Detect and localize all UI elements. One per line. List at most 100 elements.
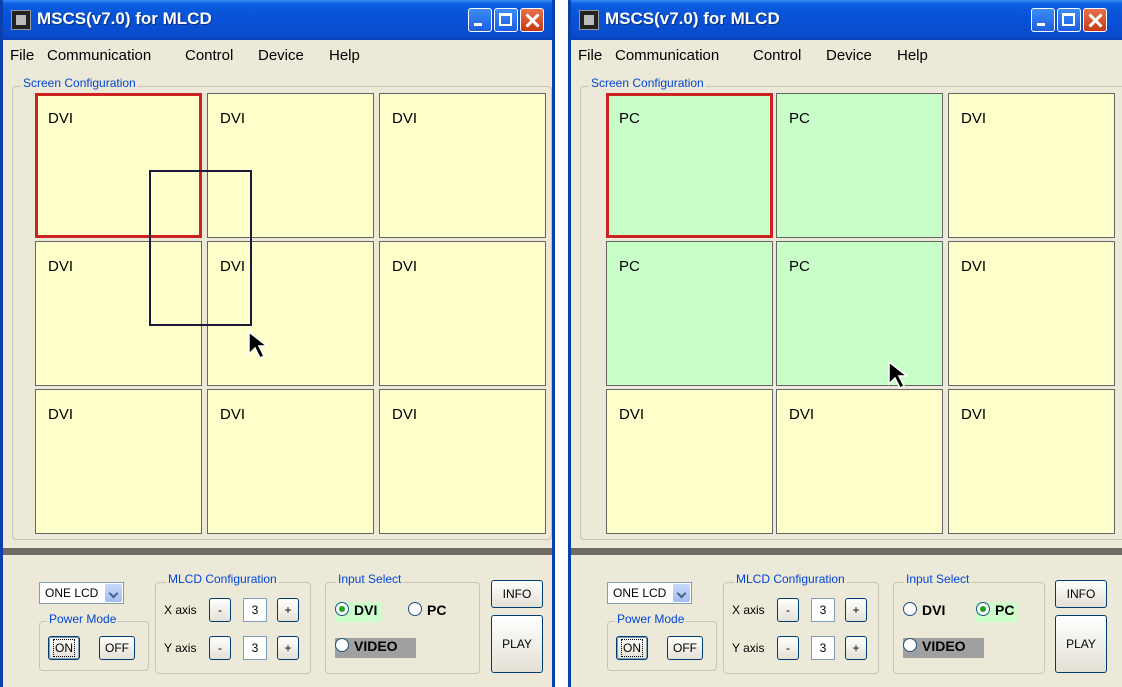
maximize-button[interactable] [494,8,518,32]
radio-checked-icon [976,602,990,616]
input-pc-radio[interactable]: PC [976,602,1019,622]
screen-cell-3-3[interactable]: DVI [948,389,1115,534]
splitter-bar[interactable] [3,548,552,555]
play-label: PLAY [502,637,532,651]
window-title: MSCS(v7.0) for MLCD [37,9,212,28]
play-button[interactable]: PLAY [491,615,543,673]
y-axis-value[interactable]: 3 [811,636,835,660]
menu-device[interactable]: Device [826,47,872,64]
screen-cell-2-1[interactable]: PC [606,241,773,386]
screen-cell-2-3[interactable]: DVI [948,241,1115,386]
input-video-radio[interactable]: VIDEO [903,638,984,658]
menu-help[interactable]: Help [897,47,928,64]
menu-file[interactable]: File [10,47,34,64]
info-label: INFO [502,587,532,601]
title-bar[interactable]: MSCS(v7.0) for MLCD [571,0,1122,40]
screen-cell-1-3[interactable]: DVI [379,93,546,238]
power-on-button[interactable]: ON [48,636,80,660]
maximize-button[interactable] [1057,8,1081,32]
minus-label: - [218,641,222,655]
info-button[interactable]: INFO [1055,580,1107,608]
minimize-button[interactable] [1031,8,1055,32]
power-mode-label: Power Mode [615,612,687,626]
mlcd-configuration-group [723,582,879,674]
mlcd-configuration-label: MLCD Configuration [734,572,847,586]
cell-input-label: PC [619,110,640,127]
cell-input-label: DVI [392,110,418,127]
cell-input-label: PC [789,258,810,275]
chevron-down-icon[interactable] [105,584,122,602]
close-button[interactable] [1083,8,1107,32]
screen-cell-1-1[interactable]: PC [606,93,773,238]
cell-input-label: DVI [220,110,246,127]
app-window-2: MSCS(v7.0) for MLCD File Communication C… [568,0,1122,687]
screen-cell-3-3[interactable]: DVI [379,389,546,534]
y-axis-decrement-button[interactable]: - [209,636,231,660]
lcd-mode-value: ONE LCD [613,586,667,600]
mouse-cursor-icon [888,360,910,390]
menu-device[interactable]: Device [258,47,304,64]
power-on-button[interactable]: ON [616,636,648,660]
cell-input-label: DVI [392,258,418,275]
screen-configuration-label: Screen Configuration [21,76,138,90]
x-axis-increment-button[interactable]: + [845,598,867,622]
power-off-button[interactable]: OFF [667,636,703,660]
play-button[interactable]: PLAY [1055,615,1107,673]
menu-communication[interactable]: Communication [47,47,151,64]
minus-label: - [786,641,790,655]
x-axis-label: X axis [732,603,765,617]
app-icon [579,10,599,30]
x-axis-value[interactable]: 3 [811,598,835,622]
y-axis-value[interactable]: 3 [243,636,267,660]
close-button[interactable] [520,8,544,32]
minus-label: - [218,603,222,617]
input-video-radio[interactable]: VIDEO [335,638,416,658]
y-axis-increment-button[interactable]: + [845,636,867,660]
screen-cell-3-2[interactable]: DVI [776,389,943,534]
cell-input-label: DVI [220,406,246,423]
y-axis-increment-button[interactable]: + [277,636,299,660]
screen-cell-1-2[interactable]: PC [776,93,943,238]
screen-cell-2-3[interactable]: DVI [379,241,546,386]
x-axis-value[interactable]: 3 [243,598,267,622]
input-select-label: Input Select [336,572,404,586]
mlcd-configuration-label: MLCD Configuration [166,572,279,586]
plus-label: + [284,603,292,617]
power-on-label: ON [53,639,75,657]
lcd-mode-select[interactable]: ONE LCD [607,582,692,604]
screen-cell-1-3[interactable]: DVI [948,93,1115,238]
mouse-cursor-icon [248,330,270,360]
menu-help[interactable]: Help [329,47,360,64]
input-select-group [893,582,1045,674]
y-axis-decrement-button[interactable]: - [777,636,799,660]
menu-control[interactable]: Control [753,47,801,64]
window-title: MSCS(v7.0) for MLCD [605,9,780,28]
x-axis-decrement-button[interactable]: - [209,598,231,622]
minimize-button[interactable] [468,8,492,32]
input-dvi-radio[interactable]: DVI [335,602,382,622]
input-pc-radio[interactable]: PC [408,602,446,622]
cell-input-label: DVI [48,258,74,275]
x-axis-decrement-button[interactable]: - [777,598,799,622]
menu-communication[interactable]: Communication [615,47,719,64]
title-bar[interactable]: MSCS(v7.0) for MLCD [3,0,552,40]
radio-unchecked-icon [903,602,917,616]
screen-cell-3-1[interactable]: DVI [606,389,773,534]
cell-input-label: DVI [961,110,987,127]
info-button[interactable]: INFO [491,580,543,608]
menu-file[interactable]: File [578,47,602,64]
cell-input-label: DVI [48,110,74,127]
screen-cell-2-2[interactable]: PC [776,241,943,386]
power-off-button[interactable]: OFF [99,636,135,660]
play-label: PLAY [1066,637,1096,651]
screen-cell-3-1[interactable]: DVI [35,389,202,534]
screen-cell-3-2[interactable]: DVI [207,389,374,534]
lcd-mode-select[interactable]: ONE LCD [39,582,124,604]
input-dvi-radio[interactable]: DVI [903,602,945,622]
cell-input-label: DVI [392,406,418,423]
input-video-label: VIDEO [354,638,398,654]
chevron-down-icon[interactable] [673,584,690,602]
splitter-bar[interactable] [571,548,1122,555]
menu-control[interactable]: Control [185,47,233,64]
x-axis-increment-button[interactable]: + [277,598,299,622]
